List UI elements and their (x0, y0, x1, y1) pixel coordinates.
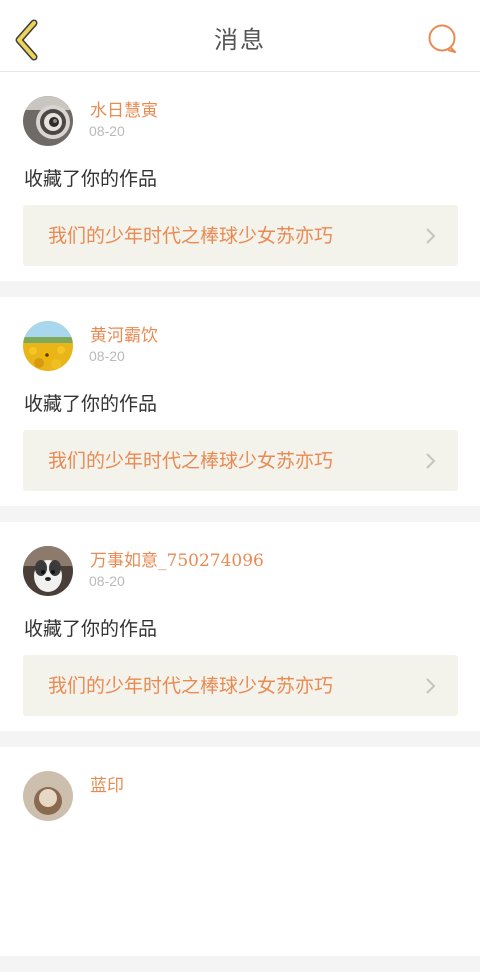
user-name[interactable]: 水日慧寅 (90, 96, 158, 121)
message-action: 收藏了你的作品 (24, 618, 158, 640)
message-action: 收藏了你的作品 (24, 168, 158, 190)
work-title: 我们的少年时代之棒球少女苏亦巧 (48, 225, 334, 247)
message-date: 08-20 (89, 573, 125, 589)
work-link[interactable]: 我们的少年时代之棒球少女苏亦巧 (23, 655, 458, 716)
message-card: 水日慧寅 08-20 收藏了你的作品 我们的少年时代之棒球少女苏亦巧 (0, 72, 480, 281)
avatar-sunflower-image (23, 321, 73, 371)
work-link[interactable]: 我们的少年时代之棒球少女苏亦巧 (23, 430, 458, 491)
chevron-right-icon (426, 678, 436, 694)
chat-button[interactable] (424, 20, 462, 58)
user-name[interactable]: 万事如意_750274096 (90, 546, 264, 571)
avatar[interactable] (23, 771, 73, 821)
work-title: 我们的少年时代之棒球少女苏亦巧 (48, 675, 334, 697)
work-title: 我们的少年时代之棒球少女苏亦巧 (48, 450, 334, 472)
avatar[interactable] (23, 321, 73, 371)
user-name[interactable]: 蓝印 (90, 771, 124, 796)
message-card: 黄河霸饮 08-20 收藏了你的作品 我们的少年时代之棒球少女苏亦巧 (0, 297, 480, 506)
avatar-dog-image (23, 546, 73, 596)
chevron-right-icon (426, 453, 436, 469)
page-title: 消息 (214, 26, 266, 54)
message-card: 万事如意_750274096 08-20 收藏了你的作品 我们的少年时代之棒球少… (0, 522, 480, 731)
chevron-right-icon (426, 228, 436, 244)
message-action: 收藏了你的作品 (24, 393, 158, 415)
user-name[interactable]: 黄河霸饮 (90, 321, 158, 346)
top-bar: 消息 (0, 0, 480, 72)
message-card: 蓝印 (0, 747, 480, 956)
message-list: 水日慧寅 08-20 收藏了你的作品 我们的少年时代之棒球少女苏亦巧 黄河霸饮 … (0, 72, 480, 972)
chat-bubble-icon (428, 24, 456, 53)
work-link[interactable]: 我们的少年时代之棒球少女苏亦巧 (23, 205, 458, 266)
avatar-swirl-image (23, 96, 73, 146)
avatar-photo-image (23, 771, 73, 821)
message-date: 08-20 (89, 123, 125, 139)
message-date: 08-20 (89, 348, 125, 364)
avatar[interactable] (23, 96, 73, 146)
avatar[interactable] (23, 546, 73, 596)
